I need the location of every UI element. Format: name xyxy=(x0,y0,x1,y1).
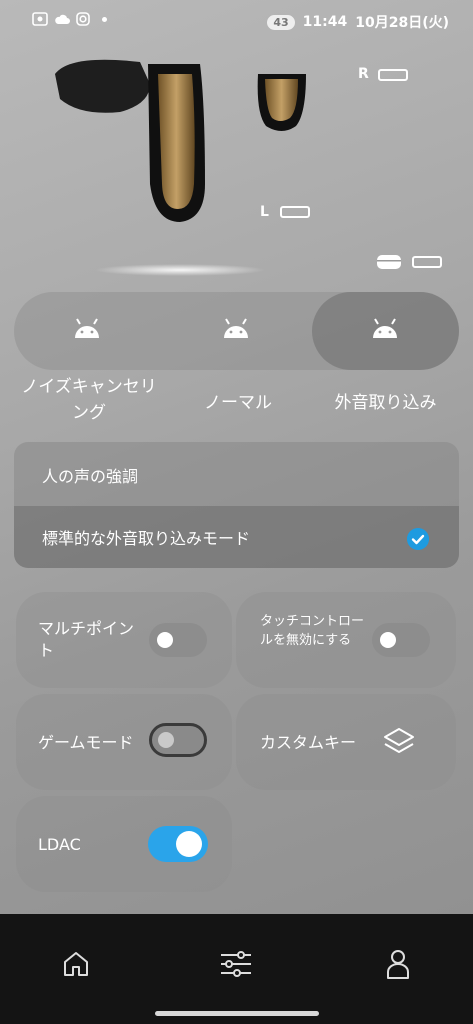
option-standard-ambient-label: 標準的な外音取り込みモード xyxy=(42,529,251,548)
right-earbud-label: R xyxy=(358,66,369,82)
game-mode-toggle[interactable] xyxy=(149,723,207,757)
ldac-toggle[interactable] xyxy=(148,826,208,862)
mode-ambient-label: 外音取り込み xyxy=(334,393,437,413)
notification-dot xyxy=(102,16,107,22)
instagram-icon xyxy=(76,12,90,26)
ambient-options-panel: 人の声の強調 標準的な外音取り込みモード xyxy=(14,442,459,568)
layers-icon xyxy=(384,728,414,753)
custom-keys-label: カスタムキー xyxy=(260,733,357,752)
notification-icons xyxy=(32,12,107,26)
option-voice-enhance[interactable]: 人の声の強調 xyxy=(14,444,459,506)
nav-profile-button[interactable] xyxy=(378,944,418,984)
checkmark-icon xyxy=(407,528,429,550)
mode-noise-cancelling-label: ノイズキャンセリング xyxy=(21,377,157,423)
nav-home-button[interactable] xyxy=(56,944,96,984)
option-standard-ambient[interactable]: 標準的な外音取り込みモード xyxy=(14,506,459,568)
multipoint-toggle[interactable] xyxy=(149,623,207,657)
android-icon xyxy=(75,318,99,338)
game-mode-tile: ゲームモード xyxy=(16,694,232,790)
multipoint-label: マルチポイント xyxy=(38,619,135,660)
left-earbud-battery-icon xyxy=(280,206,310,218)
nav-settings-button[interactable] xyxy=(216,944,256,984)
left-earbud-label: L xyxy=(260,204,269,220)
case-battery-icon xyxy=(412,256,442,268)
right-earbud-battery-icon xyxy=(378,69,408,81)
case-icon xyxy=(377,255,401,269)
mode-noise-cancelling-button[interactable] xyxy=(14,292,164,370)
mode-normal-button[interactable] xyxy=(164,292,312,370)
option-voice-enhance-label: 人の声の強調 xyxy=(42,467,139,486)
touch-control-toggle[interactable] xyxy=(372,623,430,657)
gesture-home-bar[interactable] xyxy=(155,1011,319,1016)
clock: 11:44 xyxy=(302,14,348,30)
custom-keys-tile[interactable]: カスタムキー xyxy=(236,694,456,790)
status-right: 43 11:44 10月28日(火) xyxy=(267,12,449,32)
android-icon xyxy=(373,318,397,338)
ldac-tile: LDAC xyxy=(16,796,232,892)
multipoint-tile: マルチポイント xyxy=(16,592,232,688)
bottom-nav xyxy=(0,914,473,1024)
android-icon xyxy=(224,318,248,338)
earbuds-hero: R L xyxy=(0,44,473,284)
touch-control-label: タッチコントロールを無効にする xyxy=(260,614,365,648)
cloud-icon xyxy=(55,14,70,24)
home-icon xyxy=(64,952,88,976)
sliders-icon xyxy=(221,951,251,977)
mode-ambient-button[interactable] xyxy=(312,292,459,370)
mode-normal-label: ノーマル xyxy=(204,393,272,413)
status-bar: 43 11:44 10月28日(火) xyxy=(0,0,473,44)
date: 10月28日(火) xyxy=(355,15,449,31)
touch-control-tile: タッチコントロールを無効にする xyxy=(236,592,456,688)
battery-badge: 43 xyxy=(267,14,295,30)
screenshot-icon xyxy=(32,12,48,26)
ldac-label: LDAC xyxy=(38,835,81,854)
profile-icon xyxy=(387,950,409,979)
game-mode-label: ゲームモード xyxy=(38,733,134,752)
